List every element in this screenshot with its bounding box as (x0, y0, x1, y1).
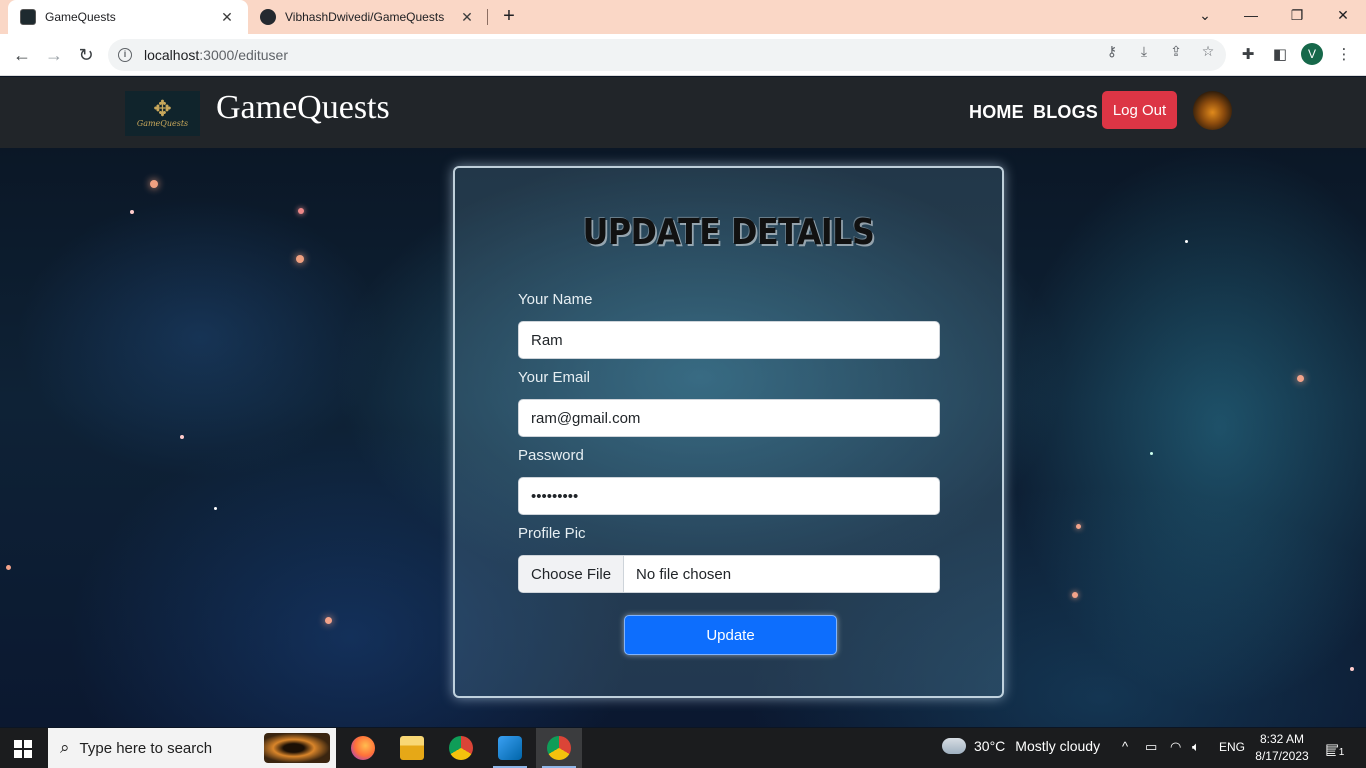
url-path: :3000/edituser (199, 47, 288, 63)
tab-github[interactable]: VibhashDwivedi/GameQuests ✕ (248, 0, 488, 34)
profile-pic-file-input[interactable]: Choose File No file chosen (518, 555, 940, 593)
update-details-card: UPDATE DETAILS Your Name Ram Your Email … (453, 166, 1004, 698)
taskbar-search-box[interactable]: ⌕ Type here to search (48, 728, 336, 768)
address-bar[interactable]: i localhost:3000/edituser (108, 39, 1226, 71)
notification-center[interactable]: ▤ 1 (1325, 740, 1348, 759)
nav-blogs-link[interactable]: BLOGS (1033, 102, 1098, 123)
star (214, 507, 217, 510)
name-label: Your Name (518, 291, 593, 308)
language-indicator[interactable]: ENG (1219, 740, 1245, 754)
search-highlight-image (264, 733, 330, 763)
star (1072, 592, 1078, 598)
star (1150, 452, 1153, 455)
search-placeholder: Type here to search (79, 739, 213, 757)
file-status-text: No file chosen (636, 565, 732, 583)
site-info-icon[interactable]: i (118, 48, 132, 62)
battery-icon[interactable]: ▭ (1145, 739, 1157, 755)
name-value: Ram (531, 331, 563, 349)
notification-badge: 1 (1335, 746, 1348, 759)
update-button[interactable]: Update (624, 615, 837, 655)
star (1297, 375, 1304, 382)
profile-avatar[interactable]: V (1301, 43, 1323, 65)
forward-arrow-icon[interactable]: → (42, 43, 66, 67)
site-logo[interactable]: ✥ GameQuests (125, 91, 200, 136)
site-navbar: ✥ GameQuests GameQuests HOME BLOGS Log O… (0, 77, 1366, 148)
search-icon: ⌕ (60, 738, 70, 757)
wifi-icon[interactable]: ◠ (1170, 739, 1181, 755)
close-tab-icon[interactable]: ✕ (218, 9, 236, 26)
file-explorer-taskbar-icon[interactable] (389, 728, 435, 768)
phoenix-logo-icon: ✥ (153, 96, 172, 121)
minimize-icon[interactable]: — (1228, 0, 1274, 30)
star (298, 208, 304, 214)
star (6, 565, 11, 570)
close-window-icon[interactable]: ✕ (1320, 0, 1366, 30)
star (180, 435, 184, 439)
star (1185, 240, 1188, 243)
url-text: localhost:3000/edituser (144, 47, 288, 63)
logo-text: GameQuests (136, 119, 189, 128)
reload-icon[interactable]: ↻ (74, 43, 98, 67)
url-host: localhost (144, 47, 200, 63)
weather-widget[interactable]: 30°C Mostly cloudy (939, 732, 1101, 754)
windows-taskbar: ⌕ Type here to search 30°C Mostly cloudy… (0, 728, 1366, 768)
more-menu-icon[interactable]: ⋮ (1334, 45, 1354, 65)
email-label: Your Email (518, 369, 590, 386)
new-tab-button[interactable]: + (498, 6, 520, 28)
weather-temp: 30°C (974, 738, 1006, 754)
star (1350, 667, 1354, 671)
star (150, 180, 158, 188)
page-content: ✥ GameQuests GameQuests HOME BLOGS Log O… (0, 77, 1366, 727)
star (130, 210, 134, 214)
gamequests-favicon-icon (20, 9, 36, 25)
tab-title: GameQuests (45, 10, 116, 24)
show-hidden-icons-chevron-icon[interactable]: ^ (1122, 739, 1128, 754)
tab-search-chevron-icon[interactable]: ⌄ (1182, 0, 1228, 30)
user-avatar[interactable] (1193, 91, 1232, 130)
extensions-puzzle-icon[interactable]: ✚ (1238, 45, 1258, 65)
star (296, 255, 304, 263)
nav-home-link[interactable]: HOME (969, 102, 1024, 123)
back-arrow-icon[interactable]: ← (10, 43, 34, 67)
vscode-taskbar-icon[interactable] (487, 728, 533, 768)
key-icon[interactable]: ⚷ (1103, 42, 1121, 60)
share-icon[interactable]: ⇪ (1167, 42, 1185, 60)
side-panel-icon[interactable]: ◧ (1270, 45, 1290, 65)
choose-file-button[interactable]: Choose File (519, 556, 625, 592)
firefox-taskbar-icon[interactable] (340, 728, 386, 768)
tab-title: VibhashDwivedi/GameQuests (285, 10, 445, 24)
browser-toolbar: ← → ↻ i localhost:3000/edituser ⚷ ⤓ ⇪ ☆ … (0, 34, 1366, 76)
bookmark-star-icon[interactable]: ☆ (1199, 42, 1217, 60)
system-clock[interactable]: 8:32 AM 8/17/2023 (1252, 731, 1312, 765)
github-icon (260, 9, 276, 25)
password-label: Password (518, 447, 584, 464)
cloudy-weather-icon (939, 732, 966, 754)
browser-tab-strip: GameQuests ✕ VibhashDwivedi/GameQuests ✕… (0, 0, 1366, 34)
password-value: ••••••••• (531, 487, 579, 505)
logout-button[interactable]: Log Out (1102, 91, 1177, 129)
weather-desc: Mostly cloudy (1015, 738, 1101, 754)
name-input[interactable]: Ram (518, 321, 940, 359)
chrome-active-taskbar-icon[interactable] (536, 728, 582, 768)
page-title: UPDATE DETAILS (582, 212, 875, 253)
windows-start-icon[interactable] (14, 740, 32, 758)
volume-icon[interactable]: 🔈︎ (1192, 739, 1200, 755)
password-input[interactable]: ••••••••• (518, 477, 940, 515)
brand-name[interactable]: GameQuests (216, 89, 390, 127)
close-tab-icon[interactable]: ✕ (458, 9, 476, 26)
restore-icon[interactable]: ❐ (1274, 0, 1320, 30)
clock-date: 8/17/2023 (1255, 749, 1309, 763)
tab-gamequests[interactable]: GameQuests ✕ (8, 0, 248, 34)
chrome-taskbar-icon[interactable] (438, 728, 484, 768)
email-value: ram@gmail.com (531, 409, 641, 427)
star (1076, 524, 1081, 529)
profile-pic-label: Profile Pic (518, 525, 586, 542)
install-app-icon[interactable]: ⤓ (1135, 42, 1153, 60)
clock-time: 8:32 AM (1259, 732, 1305, 746)
star (325, 617, 332, 624)
email-input[interactable]: ram@gmail.com (518, 399, 940, 437)
